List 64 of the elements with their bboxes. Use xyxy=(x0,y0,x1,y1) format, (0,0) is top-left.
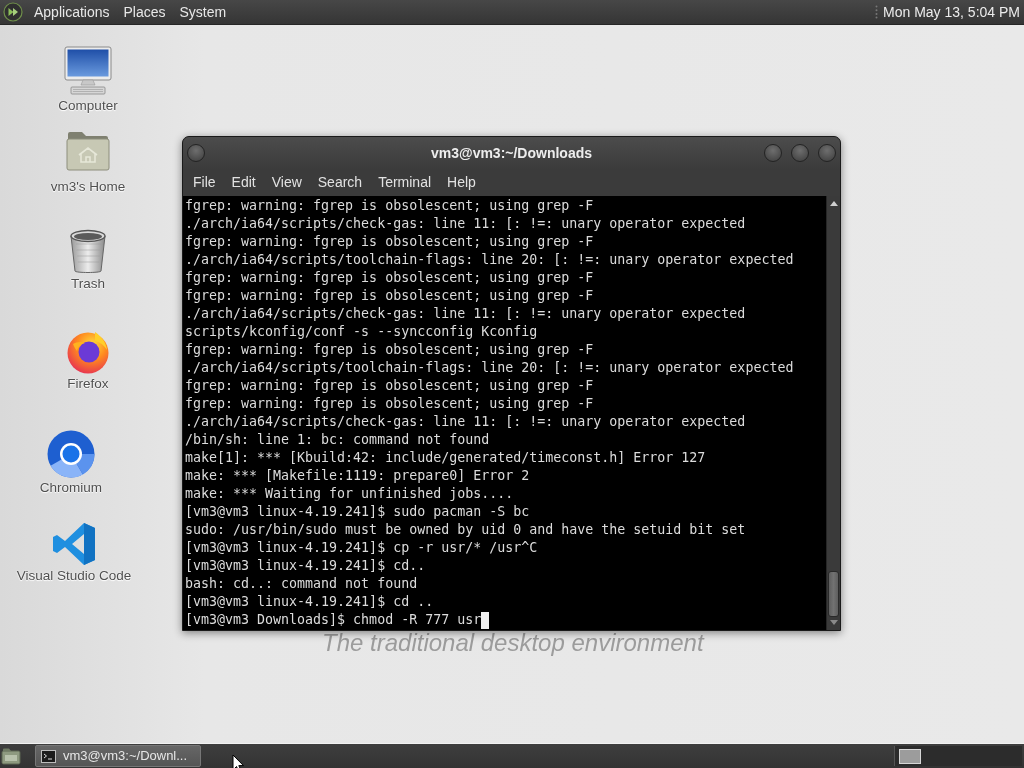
terminal-line: [vm3@vm3 linux-4.19.241]$ cd .. xyxy=(185,593,434,611)
terminal-line: [vm3@vm3 linux-4.19.241]$ cp -r usr/* /usr^C xyxy=(185,539,538,557)
terminal-line: fgrep: warning: fgrep is obsolescent; using grep -F xyxy=(185,377,594,395)
terminal-line: ./arch/ia64/scripts/check-gas: line 11: [: !=: unary operator expected xyxy=(185,305,746,323)
desktop-icon-label[interactable]: Visual Studio Code xyxy=(16,568,132,584)
terminal-icon xyxy=(41,749,56,763)
desktop-icon-label[interactable]: Chromium xyxy=(39,480,103,496)
monitor-icon[interactable] xyxy=(64,46,112,96)
cursor-block-icon xyxy=(481,611,490,629)
scrollbar-thumb[interactable] xyxy=(828,571,839,617)
terminal-line: [vm3@vm3 linux-4.19.241]$ cd.. xyxy=(185,557,426,575)
window-menu-button[interactable] xyxy=(187,144,205,162)
menu-item[interactable]: Terminal xyxy=(370,170,440,195)
terminal-line: ./arch/ia64/scripts/toolchain-flags: line 20: [: !=: unary operator expected xyxy=(185,359,794,377)
desktop-icon-label[interactable]: Firefox xyxy=(67,376,109,392)
maximize-button[interactable] xyxy=(791,144,809,162)
terminal-line: make: *** Waiting for unfinished jobs.... xyxy=(185,485,514,503)
wallpaper-tagline: The traditional desktop environment xyxy=(322,631,704,655)
desktop-icon-label[interactable]: Computer xyxy=(58,98,118,114)
terminal-line: sudo: /usr/bin/sudo must be owned by uid 0 and have the setuid bit set xyxy=(185,521,746,539)
terminal-line: ./arch/ia64/scripts/check-gas: line 11: [: !=: unary operator expected xyxy=(185,413,746,431)
terminal-line: fgrep: warning: fgrep is obsolescent; using grep -F xyxy=(185,269,594,287)
drag-handle-icon xyxy=(875,5,879,19)
scroll-down-arrow-icon[interactable] xyxy=(828,619,839,627)
flame-globe-icon[interactable] xyxy=(65,330,111,374)
panel-menu[interactable]: System xyxy=(174,1,232,23)
terminal-line: ./arch/ia64/scripts/toolchain-flags: line 20: [: !=: unary operator expected xyxy=(185,251,794,269)
workspace-switcher[interactable] xyxy=(894,746,1022,766)
terminal-line: bash: cd..: command not found xyxy=(185,575,418,593)
mini-window-icon xyxy=(899,748,921,764)
terminal-line: make: *** [Makefile:1119: prepare0] Error 2 xyxy=(185,467,530,485)
terminal-line: make[1]: *** [Kbuild:42: include/generated/timeconst.h] Error 127 xyxy=(185,449,706,467)
terminal-line: fgrep: warning: fgrep is obsolescent; using grep -F xyxy=(185,341,594,359)
minimize-button[interactable] xyxy=(764,144,782,162)
ring-circle-icon[interactable] xyxy=(47,430,95,478)
terminal-line: ./arch/ia64/scripts/check-gas: line 11: [: !=: unary operator expected xyxy=(185,215,746,233)
terminal-line: fgrep: warning: fgrep is obsolescent; using grep -F xyxy=(185,395,594,413)
menu-item[interactable]: File xyxy=(185,170,224,195)
scroll-up-arrow-icon[interactable] xyxy=(828,199,839,207)
menu-item[interactable]: Search xyxy=(309,170,371,195)
ribbon-logo-icon[interactable] xyxy=(52,522,96,566)
panel-logo-icon[interactable] xyxy=(3,2,23,22)
desktop-icon-label[interactable]: vm3's Home xyxy=(50,179,126,195)
show-desktop-icon[interactable] xyxy=(1,747,21,765)
window-title: vm3@vm3:~/Downloads xyxy=(430,143,593,163)
mouse-pointer-icon xyxy=(232,754,244,768)
terminal-line: fgrep: warning: fgrep is obsolescent; using grep -F xyxy=(185,197,594,215)
desktop-icon-label[interactable]: Trash xyxy=(71,276,105,292)
menu-item[interactable]: View xyxy=(263,170,310,195)
panel-menu[interactable]: Places xyxy=(118,1,171,23)
panel-menu[interactable]: Applications xyxy=(29,1,115,23)
terminal-line: scripts/kconfig/conf -s --syncconfig Kconfig xyxy=(185,323,538,341)
scrollbar[interactable] xyxy=(826,196,840,630)
trash-can-icon[interactable] xyxy=(68,228,108,274)
terminal-line: /bin/sh: line 1: bc: command not found xyxy=(185,431,490,449)
menu-item[interactable]: Edit xyxy=(223,170,264,195)
terminal-line: fgrep: warning: fgrep is obsolescent; using grep -F xyxy=(185,287,594,305)
terminal-line: fgrep: warning: fgrep is obsolescent; using grep -F xyxy=(185,233,594,251)
terminal-line: [vm3@vm3 Downloads]$ chmod -R 777 usr xyxy=(185,611,482,629)
terminal-line: [vm3@vm3 linux-4.19.241]$ sudo pacman -S bc xyxy=(185,503,530,521)
taskbar-button[interactable]: vm3@vm3:~/Downl... xyxy=(35,745,201,767)
menu-item[interactable]: Help xyxy=(439,170,484,195)
clock[interactable]: Mon May 13, 5:04 PM xyxy=(883,1,1020,23)
close-button[interactable] xyxy=(818,144,836,162)
